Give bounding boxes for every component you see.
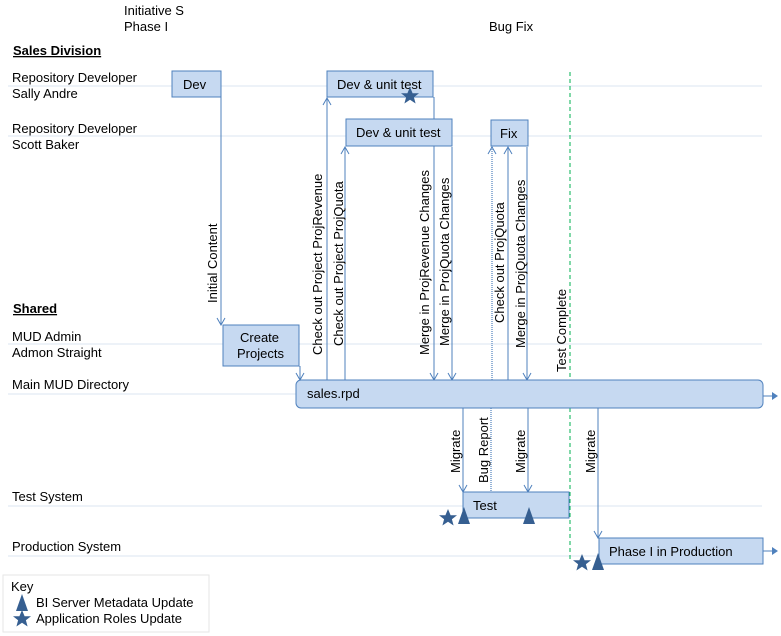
bugfix-title: Bug Fix — [489, 19, 534, 34]
label-checkout-revenue: Check out Project ProjRevenue — [310, 174, 325, 355]
label-merge-revenue: Merge in ProjRevenue Changes — [417, 170, 432, 355]
section-shared: Shared — [13, 301, 57, 316]
star-icon — [439, 509, 457, 526]
label-bug-report: Bug Report — [476, 417, 491, 483]
label-migrate-3: Migrate — [583, 430, 598, 473]
svg-text:Repository Developer: Repository Developer — [12, 121, 138, 136]
label-test-complete: Test Complete — [554, 289, 569, 372]
label-checkout-quota-fix: Check out ProjQuota — [492, 202, 507, 323]
svg-text:Create: Create — [240, 330, 279, 345]
box-dev-unit-test-scott[interactable]: Dev & unit test — [345, 118, 453, 147]
svg-text:MUD Admin: MUD Admin — [12, 329, 81, 344]
lane-label-mud-admin: MUD Admin Admon Straight — [12, 329, 102, 360]
lane-label-production-system: Production System — [12, 539, 121, 554]
box-sales-rpd[interactable]: sales.rpd — [295, 379, 778, 409]
svg-text:Sally Andre: Sally Andre — [12, 86, 78, 101]
svg-text:Scott Baker: Scott Baker — [12, 137, 80, 152]
label-merge-quota-fix: Merge in ProjQuota Changes — [513, 179, 528, 348]
svg-text:Admon Straight: Admon Straight — [12, 345, 102, 360]
key-item-app-roles: Application Roles Update — [36, 611, 182, 626]
label-migrate-1: Migrate — [448, 430, 463, 473]
svg-text:Dev: Dev — [183, 77, 207, 92]
svg-text:Dev & unit test: Dev & unit test — [356, 125, 441, 140]
svg-text:Test: Test — [473, 498, 497, 513]
section-sales-division: Sales Division — [13, 43, 101, 58]
lane-label-main-mud: Main MUD Directory — [12, 377, 130, 392]
initiative-title: Initiative S — [124, 3, 184, 18]
process-diagram: Initiative S Phase I Bug Fix Sales Divis… — [2, 3, 778, 633]
flow-create-to-rpd[interactable] — [295, 366, 305, 382]
box-fix[interactable]: Fix — [490, 119, 529, 147]
lane-label-test-system: Test System — [12, 489, 83, 504]
svg-text:Fix: Fix — [500, 126, 518, 141]
svg-text:sales.rpd: sales.rpd — [307, 386, 360, 401]
label-checkout-quota: Check out Project ProjQuota — [331, 180, 346, 346]
box-create-projects[interactable]: Create Projects — [222, 324, 300, 367]
key-legend: Key BI Server Metadata Update Applicatio… — [2, 574, 210, 633]
label-merge-quota: Merge in ProjQuota Changes — [437, 177, 452, 346]
key-title: Key — [11, 579, 34, 594]
key-item-bi-server: BI Server Metadata Update — [36, 595, 194, 610]
box-test[interactable]: Test — [462, 491, 570, 519]
phase-title: Phase I — [124, 19, 168, 34]
box-dev[interactable]: Dev — [171, 70, 222, 98]
svg-text:Projects: Projects — [237, 346, 284, 361]
label-migrate-2: Migrate — [513, 430, 528, 473]
label-initial-content: Initial Content — [205, 223, 220, 303]
svg-text:Repository Developer: Repository Developer — [12, 70, 138, 85]
box-phase-production[interactable]: Phase I in Production — [598, 537, 778, 565]
svg-text:Phase I in Production: Phase I in Production — [609, 544, 733, 559]
box-dev-unit-test-sally[interactable]: Dev & unit test — [326, 70, 434, 98]
